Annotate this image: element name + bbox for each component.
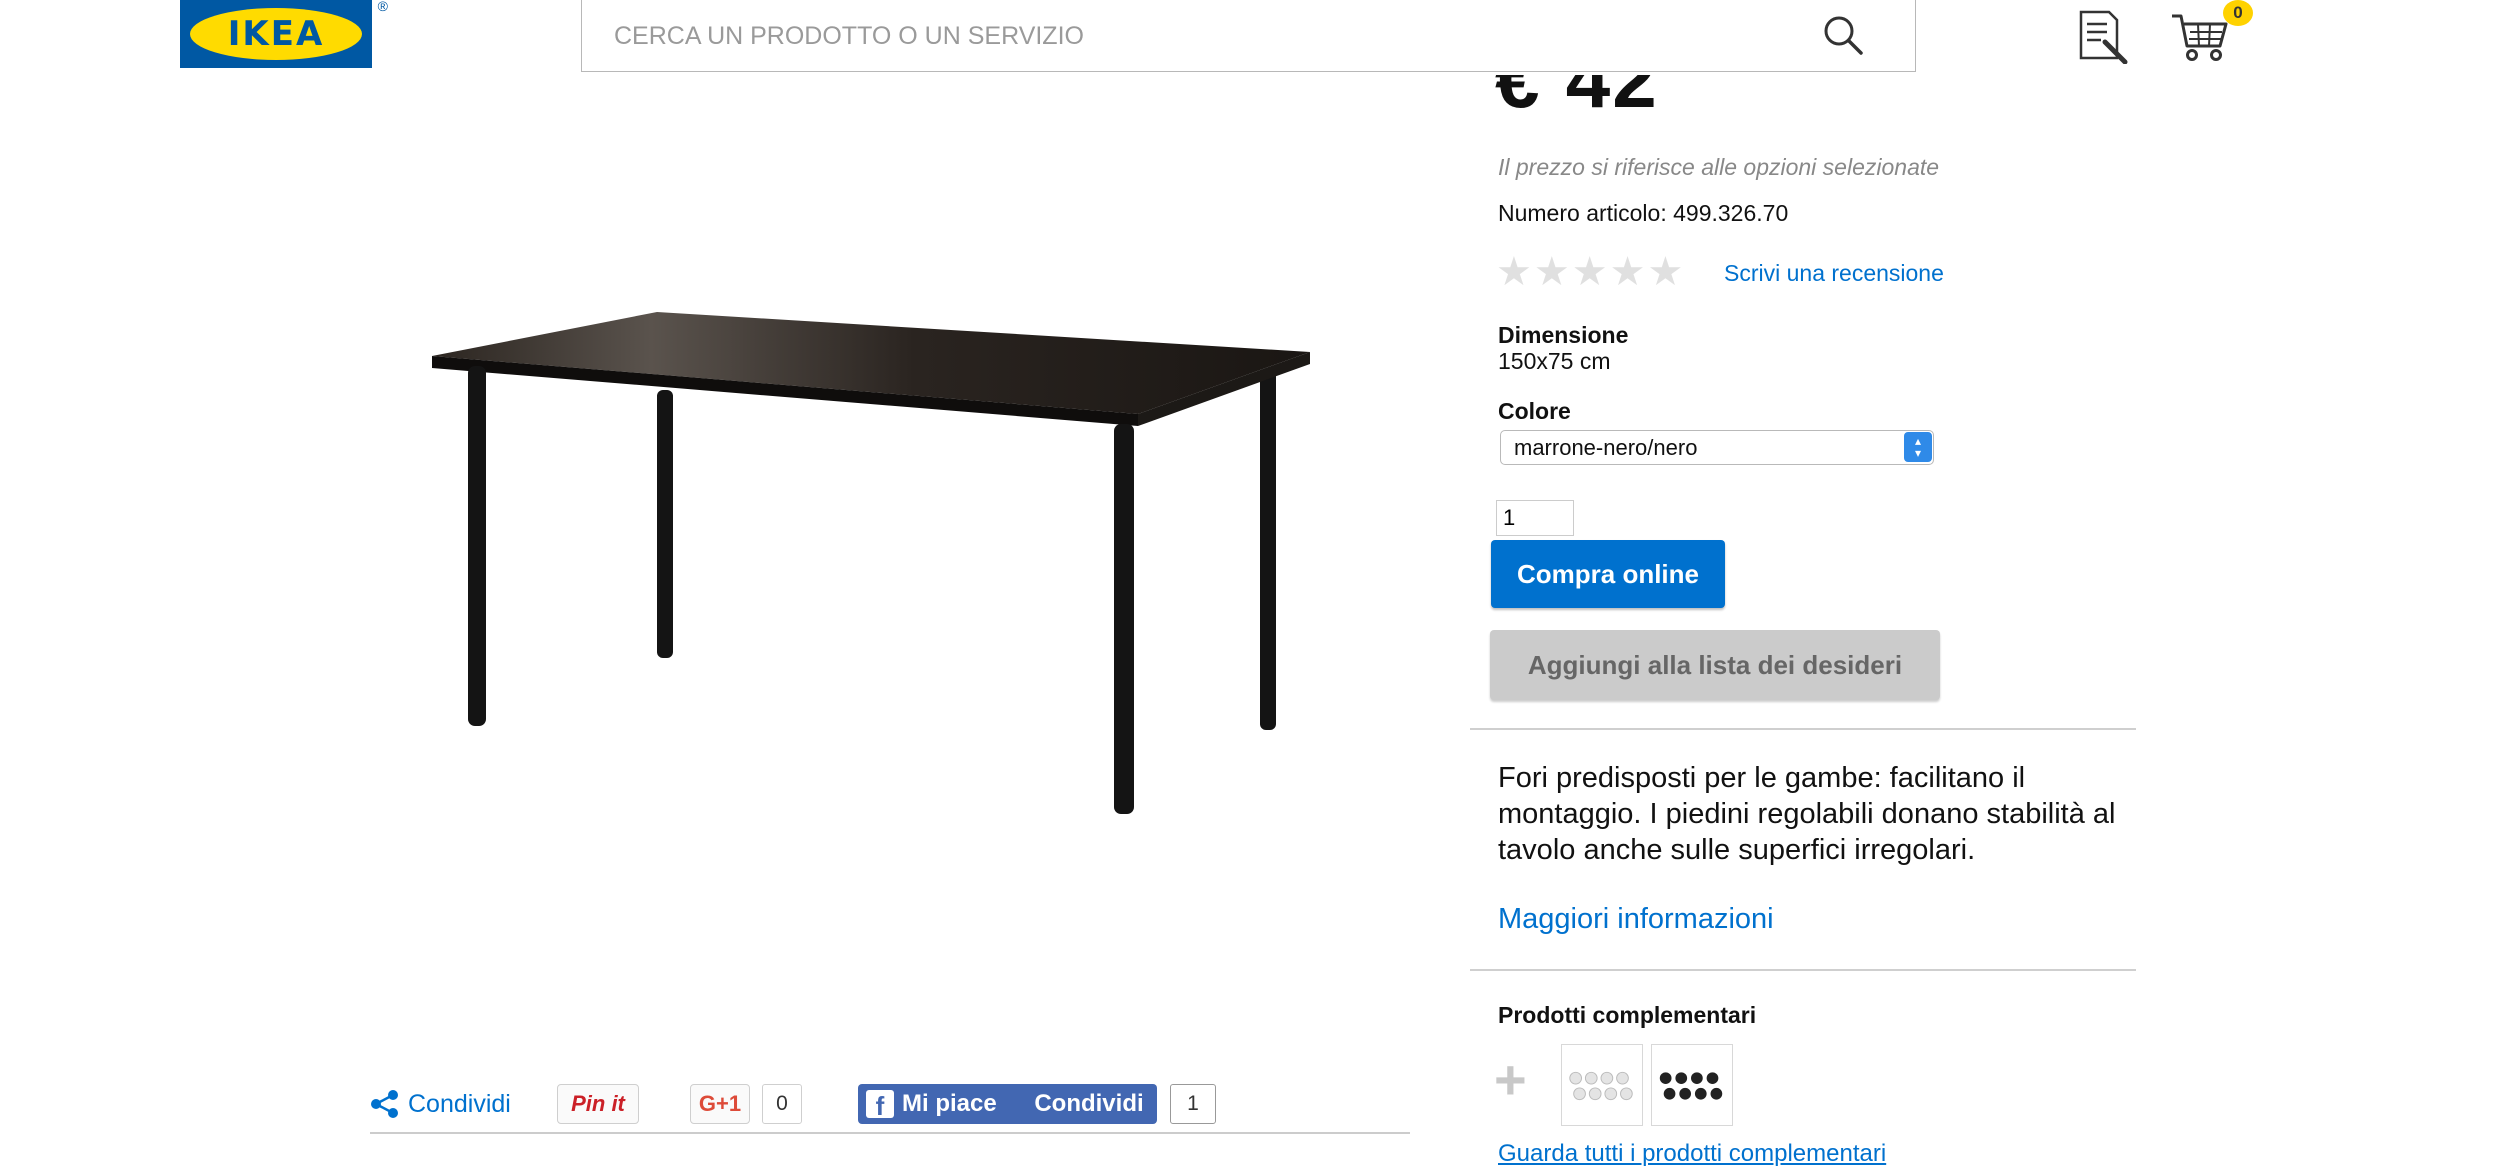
search-bar [581, 0, 1916, 72]
divider [1470, 728, 2136, 730]
star-icon: ★ [1496, 250, 1532, 294]
color-select-value: marrone-nero/nero [1514, 435, 1698, 460]
site-header: IKEA ® 0 [0, 0, 2512, 75]
logo-oval: IKEA [190, 8, 362, 60]
facebook-icon: f [866, 1090, 894, 1118]
star-icon: ★ [1571, 250, 1608, 294]
star-icon: ★ [1647, 250, 1684, 294]
share-row: Condividi Pin it G+1 0 f Mi piace Condiv… [370, 1080, 1410, 1130]
share-link[interactable]: Condividi [370, 1086, 511, 1122]
google-plus-button[interactable]: G+1 [690, 1084, 750, 1124]
buy-online-button[interactable]: Compra online [1491, 540, 1725, 608]
write-review-link[interactable]: Scrivi una recensione [1724, 260, 1944, 287]
star-icon: ★ [1533, 250, 1570, 294]
dimension-value: 150x75 cm [1498, 348, 1611, 374]
google-plus-count: 0 [762, 1084, 802, 1124]
search-input[interactable] [612, 17, 1766, 55]
color-label: Colore [1498, 398, 1571, 424]
ikea-logo[interactable]: IKEA ® [180, 0, 388, 68]
article-number: Numero articolo: 499.326.70 [1498, 200, 1789, 226]
divider [370, 1132, 1410, 1134]
cart-icon[interactable] [2170, 10, 2232, 64]
add-to-wishlist-button[interactable]: Aggiungi alla lista dei desideri [1490, 630, 1940, 700]
quantity-input[interactable] [1496, 500, 1574, 536]
share-label: Condividi [408, 1089, 511, 1118]
facebook-share-count: 1 [1170, 1084, 1216, 1124]
star-icon: ★ [1609, 250, 1646, 294]
feet-white-image [1569, 1071, 1633, 1101]
feet-black-image [1659, 1072, 1723, 1100]
cart-count-badge: 0 [2223, 0, 2253, 26]
color-select[interactable]: marrone-nero/nero ▴ ▾ [1500, 430, 1934, 465]
complementary-thumbnail[interactable] [1651, 1044, 1733, 1126]
logo-text: IKEA [227, 14, 325, 54]
share-icon [371, 1090, 398, 1118]
shopping-list-icon[interactable] [2075, 8, 2131, 64]
complementary-thumbnail[interactable] [1561, 1044, 1643, 1126]
pinterest-button[interactable]: Pin it [557, 1084, 639, 1124]
facebook-like-label: Mi piace [902, 1090, 997, 1117]
product-description: Fori predisposti per le gambe: facilitan… [1498, 762, 2116, 866]
registered-mark: ® [377, 0, 388, 14]
product-image[interactable] [420, 290, 1320, 840]
search-icon[interactable] [1821, 13, 1865, 57]
rating-stars: ★ ★ ★ ★ ★ [1496, 252, 1683, 292]
divider [1470, 969, 2136, 971]
select-arrows-icon: ▴ ▾ [1904, 432, 1932, 462]
more-info-link[interactable]: Maggiori informazioni [1498, 903, 1774, 936]
plus-icon: + [1494, 1048, 1527, 1111]
facebook-share-button[interactable]: Condividi [1021, 1084, 1157, 1124]
all-complementary-link[interactable]: Guarda tutti i prodotti complementari [1498, 1140, 1886, 1168]
price-note: Il prezzo si riferisce alle opzioni sele… [1498, 154, 1940, 180]
dimension-label: Dimensione [1498, 322, 1629, 348]
complementary-title: Prodotti complementari [1498, 1002, 1757, 1028]
